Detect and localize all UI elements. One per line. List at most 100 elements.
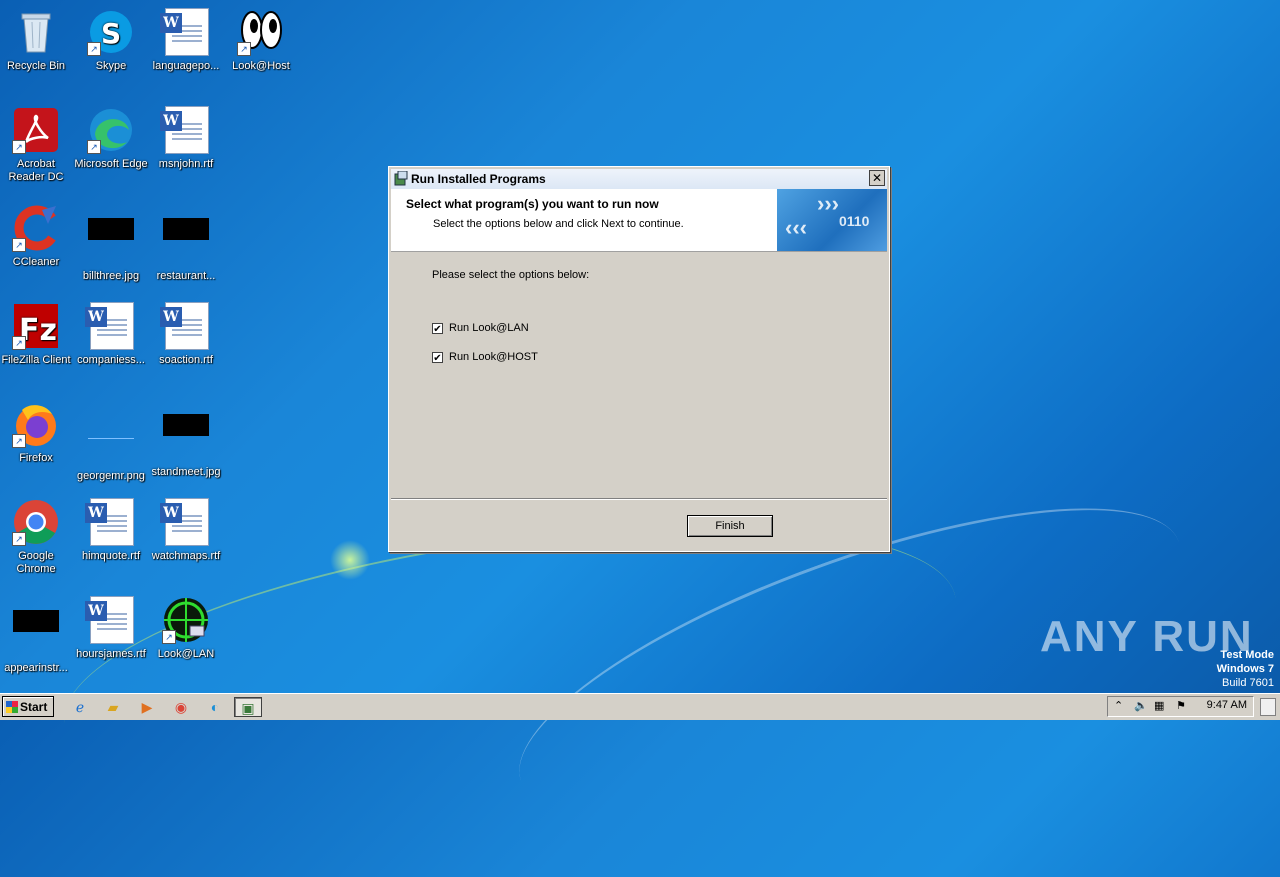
word-document-icon: W [160, 106, 210, 154]
desktop-icon-georgemr[interactable]: georgemr.png [73, 400, 149, 483]
shortcut-arrow-icon: ↗ [162, 630, 176, 644]
acrobat-icon: ↗ [12, 106, 60, 154]
shortcut-arrow-icon: ↗ [237, 42, 251, 56]
desktop-icon-label: billthree.jpg [82, 270, 140, 282]
desktop-icon-label: CCleaner [12, 256, 60, 268]
word-document-icon: W [85, 596, 135, 644]
show-desktop-button[interactable] [1260, 698, 1276, 716]
start-button[interactable]: Start [2, 696, 54, 717]
desktop-icon-skype[interactable]: S ↗ Skype [73, 8, 149, 73]
desktop-icon-label: Google Chrome [16, 550, 56, 575]
taskbar: Start ℯ ▰ ▶ ◉ ◐ ▣ ⌃ 🔈 ▦ ⚑ 9:47 AM [0, 693, 1280, 720]
desktop-icon-languagepo[interactable]: W languagepo... [148, 8, 224, 73]
header-title: Select what program(s) you want to run n… [406, 197, 659, 211]
test-mode-notice: Test Mode Windows 7 Build 7601 [1217, 648, 1274, 690]
close-button[interactable]: ✕ [869, 170, 885, 186]
installer-taskbar-icon[interactable]: ▣ [234, 697, 262, 717]
image-file-icon [162, 414, 210, 462]
flag-icon[interactable]: ⚑ [1176, 699, 1186, 712]
desktop-icon-appearinstr[interactable]: appearinstr... [0, 596, 74, 675]
desktop-icon-ccleaner[interactable]: ↗ CCleaner [0, 204, 74, 269]
word-document-icon: W [160, 498, 210, 546]
word-document-icon: W [160, 302, 210, 350]
option-run-look-at-host[interactable]: ✔ Run Look@HOST [432, 351, 538, 364]
desktop-icon-edge[interactable]: ↗ Microsoft Edge [73, 106, 149, 171]
desktop-icon-label: msnjohn.rtf [158, 158, 214, 170]
desktop-icon-label: standmeet.jpg [151, 466, 221, 478]
network-icon[interactable]: ▦ [1154, 699, 1164, 712]
shortcut-arrow-icon: ↗ [87, 140, 101, 154]
desktop-icon-soaction[interactable]: W soaction.rtf [148, 302, 224, 367]
test-mode-label: Test Mode [1220, 649, 1274, 661]
edge-icon[interactable]: ◐ [205, 697, 225, 717]
word-document-icon: W [85, 498, 135, 546]
media-player-icon[interactable]: ▶ [137, 697, 157, 717]
image-file-icon [87, 218, 135, 266]
finish-button[interactable]: Finish [687, 515, 773, 537]
desktop-icon-billthree[interactable]: billthree.jpg [73, 204, 149, 283]
desktop-icon-acrobat[interactable]: ↗ Acrobat Reader DC [0, 106, 74, 184]
desktop-icon-label: FileZilla Client [1, 354, 71, 366]
build-label: Build 7601 [1222, 677, 1274, 689]
desktop-icon-label: languagepo... [152, 60, 220, 72]
svg-text:S: S [101, 17, 121, 50]
image-file-icon [12, 610, 60, 658]
look-at-lan-icon: ↗ [162, 596, 210, 644]
image-file-icon [87, 418, 135, 466]
look-at-host-icon: ↗ [237, 8, 285, 56]
desktop-icon-recycle-bin[interactable]: Recycle Bin [0, 8, 74, 73]
filezilla-icon: Fz ↗ [12, 302, 60, 350]
desktop-icon-watchmaps[interactable]: W watchmaps.rtf [148, 498, 224, 563]
desktop-icon-filezilla[interactable]: Fz ↗ FileZilla Client [0, 302, 74, 367]
desktop-icon-label: soaction.rtf [159, 354, 213, 366]
dialog-header: Select what program(s) you want to run n… [391, 189, 887, 252]
desktop-icon-companiess[interactable]: W companiess... [73, 302, 149, 367]
option-label: Run Look@HOST [449, 351, 538, 363]
firefox-icon: ↗ [12, 400, 60, 448]
option-run-look-at-lan[interactable]: ✔ Run Look@LAN [432, 322, 529, 335]
desktop-icon-label: Recycle Bin [6, 60, 66, 72]
ccleaner-icon: ↗ [12, 204, 60, 252]
shortcut-arrow-icon: ↗ [12, 140, 26, 154]
desktop-icon-hoursjames[interactable]: W hoursjames.rtf [73, 596, 149, 661]
desktop-icon-label: Firefox [19, 452, 53, 464]
close-icon: ✕ [871, 171, 883, 185]
desktop-icon-label: Look@LAN [157, 648, 215, 660]
os-label: Windows 7 [1216, 663, 1274, 675]
chrome-icon[interactable]: ◉ [171, 697, 191, 717]
dialog-title: Run Installed Programs [411, 172, 546, 186]
shortcut-arrow-icon: ↗ [87, 42, 101, 56]
system-tray: ⌃ 🔈 ▦ ⚑ 9:47 AM [1107, 696, 1254, 717]
chrome-icon: ↗ [12, 498, 60, 546]
desktop-icon-label: Acrobat Reader DC [8, 158, 64, 183]
desktop-icon-himquote[interactable]: W himquote.rtf [73, 498, 149, 563]
dialog-titlebar[interactable]: Run Installed Programs ✕ [391, 169, 887, 189]
desktop-icon-msnjohn[interactable]: W msnjohn.rtf [148, 106, 224, 171]
clock[interactable]: 9:47 AM [1207, 699, 1247, 711]
header-subtitle: Select the options below and click Next … [433, 218, 684, 230]
skype-icon: S ↗ [87, 8, 135, 56]
wallpaper-glow [330, 540, 370, 580]
header-banner-image: ››› ‹‹‹ 0110 [777, 189, 887, 251]
start-label: Start [20, 700, 48, 714]
image-file-icon [162, 218, 210, 266]
desktop-icon-label: Look@Host [232, 60, 290, 72]
installer-icon [394, 170, 408, 186]
desktop-icon-firefox[interactable]: ↗ Firefox [0, 400, 74, 465]
checkbox-checked-icon[interactable]: ✔ [432, 322, 443, 335]
desktop-icon-look-at-host[interactable]: ↗ Look@Host [223, 8, 299, 73]
desktop-icon-label: Microsoft Edge [74, 158, 148, 170]
desktop-icon-chrome[interactable]: ↗ Google Chrome [0, 498, 74, 576]
desktop-icon-label: restaurant... [156, 270, 216, 282]
desktop-icon-label: companiess... [77, 354, 145, 366]
desktop-icon-restaurant[interactable]: restaurant... [148, 204, 224, 283]
desktop-icon-label: hoursjames.rtf [76, 648, 146, 660]
file-explorer-icon[interactable]: ▰ [103, 697, 123, 717]
option-label: Run Look@LAN [449, 322, 529, 334]
volume-icon[interactable]: 🔈 [1134, 699, 1148, 712]
desktop-icon-look-at-lan[interactable]: ↗ Look@LAN [148, 596, 224, 661]
desktop-icon-standmeet[interactable]: standmeet.jpg [148, 400, 224, 479]
internet-explorer-icon[interactable]: ℯ [70, 697, 90, 717]
chevron-up-icon[interactable]: ⌃ [1114, 699, 1123, 712]
checkbox-checked-icon[interactable]: ✔ [432, 351, 443, 364]
